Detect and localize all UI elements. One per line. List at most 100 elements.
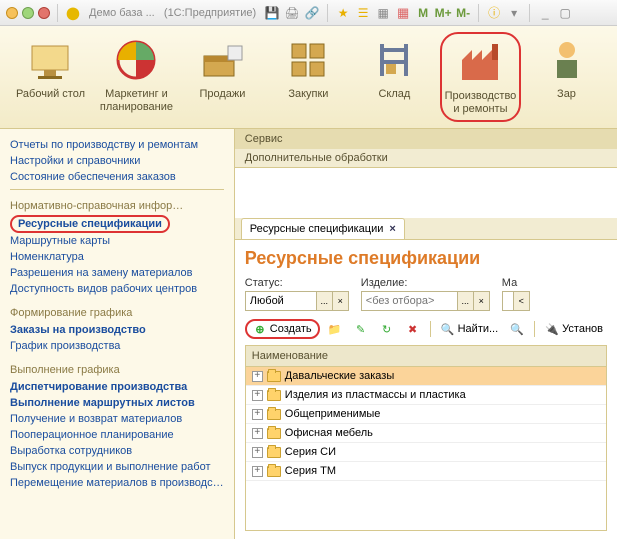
calc-icon[interactable]: ▦ <box>375 5 391 21</box>
status-input[interactable] <box>246 292 316 310</box>
refresh-button[interactable]: ↻ <box>376 320 398 338</box>
expand-icon[interactable]: + <box>252 390 263 401</box>
sidebar-link[interactable]: Выработка сотрудников <box>10 443 224 459</box>
tab-resource-specs[interactable]: Ресурсные спецификации × <box>241 218 405 239</box>
sidebar-link[interactable]: Ресурсные спецификации <box>10 215 224 233</box>
separator <box>327 4 328 22</box>
minimize-icon[interactable]: _ <box>537 5 553 21</box>
column-header[interactable]: Наименование <box>245 345 607 366</box>
expand-icon[interactable]: + <box>252 466 263 477</box>
maintool-warehouse[interactable]: Склад <box>354 32 435 122</box>
add-icon: ⊕ <box>253 322 267 336</box>
create-button[interactable]: ⊕ Создать <box>245 319 320 339</box>
m-minus-icon[interactable]: M- <box>455 5 471 21</box>
restore-icon[interactable]: ▢ <box>557 5 573 21</box>
calendar-icon[interactable]: ▦ <box>395 5 411 21</box>
window-title: Демо база ... (1С:Предприятие) <box>89 7 256 19</box>
sidebar-link[interactable]: Выполнение маршрутных листов <box>10 395 224 411</box>
sidebar-link[interactable]: Состояние обеспечения заказов <box>10 169 224 185</box>
sidebar-link[interactable]: Номенклатура <box>10 249 224 265</box>
tool-label: Склад <box>378 88 410 101</box>
table-row[interactable]: + Серия ТМ <box>246 462 606 481</box>
clear-find-button[interactable]: 🔍 <box>506 320 528 338</box>
product-label: Изделие: <box>361 277 490 289</box>
save-icon[interactable]: 💾 <box>264 5 280 21</box>
folder-icon <box>267 371 281 382</box>
ellipsis-icon[interactable]: < <box>513 292 529 310</box>
ellipsis-icon[interactable]: ... <box>316 292 332 310</box>
delete-button[interactable]: ✖ <box>402 320 424 338</box>
row-label: Серия СИ <box>285 446 336 458</box>
maintool-purchase[interactable]: Закупки <box>268 32 349 122</box>
edit-button[interactable]: ✎ <box>350 320 372 338</box>
window-btn-1[interactable] <box>6 7 18 19</box>
refresh-icon: ↻ <box>380 322 394 336</box>
sidebar-group-header: Нормативно-справочная инфор… <box>10 200 224 212</box>
sidebar-link[interactable]: Получение и возврат материалов <box>10 411 224 427</box>
table-row[interactable]: +Изделия из пластмассы и пластика <box>246 386 606 405</box>
tab-label: Ресурсные спецификации <box>250 223 384 235</box>
table-row[interactable]: + Серия СИ <box>246 443 606 462</box>
folder-icon <box>267 428 281 439</box>
maintool-production[interactable]: Производство и ремонты <box>440 32 521 122</box>
table-row[interactable]: +Общеприменимые <box>246 405 606 424</box>
find-button[interactable]: 🔍 Найти... <box>437 320 503 338</box>
dropdown-icon[interactable]: ▾ <box>506 5 522 21</box>
row-label: Серия ТМ <box>285 465 336 477</box>
edit-icon: ✎ <box>354 322 368 336</box>
close-icon[interactable]: × <box>389 223 395 235</box>
folder-icon <box>267 466 281 477</box>
m-input[interactable] <box>503 292 513 310</box>
expand-icon[interactable]: + <box>252 371 263 382</box>
service-item[interactable]: Дополнительные обработки <box>235 149 617 167</box>
sidebar-link[interactable]: График производства <box>10 338 224 354</box>
add-folder-button[interactable]: 📁 <box>324 320 346 338</box>
sidebar-link[interactable]: Настройки и справочники <box>10 153 224 169</box>
sidebar-link[interactable]: Заказы на производство <box>10 322 224 338</box>
maintool-sales[interactable]: Продажи <box>182 32 263 122</box>
maintool-salary[interactable]: Зар <box>526 32 607 122</box>
separator <box>430 321 431 337</box>
app-logo-icon: ⬤ <box>65 5 81 21</box>
separator <box>57 4 58 22</box>
print-icon[interactable]: 🖨 <box>284 5 300 21</box>
sidebar-link[interactable]: Диспетчирование производства <box>10 379 224 395</box>
separator <box>478 4 479 22</box>
status-combo[interactable]: ... × <box>245 291 349 311</box>
maintool-marketing[interactable]: Маркетинг и планирование <box>96 32 177 122</box>
sidebar-link[interactable]: Доступность видов рабочих центров <box>10 281 224 297</box>
expand-icon[interactable]: + <box>252 409 263 420</box>
clear-icon[interactable]: × <box>473 292 489 310</box>
expand-icon[interactable]: + <box>252 447 263 458</box>
table-row[interactable]: + Офисная мебель <box>246 424 606 443</box>
clear-icon[interactable]: × <box>332 292 348 310</box>
sidebar-group-header: Формирование графика <box>10 307 224 319</box>
sidebar-link[interactable]: Отчеты по производству и ремонтам <box>10 137 224 153</box>
attach-icon[interactable]: 🔗 <box>304 5 320 21</box>
window-btn-2[interactable] <box>22 7 34 19</box>
plug-icon: 🔌 <box>545 322 559 336</box>
m-icon[interactable]: M <box>415 5 431 21</box>
star-icon[interactable]: ★ <box>335 5 351 21</box>
bookmark-icon[interactable]: ☰ <box>355 5 371 21</box>
m-plus-icon[interactable]: M+ <box>435 5 451 21</box>
sidebar-link[interactable]: Перемещение материалов в производс… <box>10 475 224 491</box>
row-label: Офисная мебель <box>285 427 373 439</box>
product-combo[interactable]: ... × <box>361 291 490 311</box>
info-icon[interactable]: ⓘ <box>486 5 502 21</box>
table-row[interactable]: +Давальческие заказы <box>246 367 606 386</box>
folder-icon <box>267 390 281 401</box>
ellipsis-icon[interactable]: ... <box>457 292 473 310</box>
sidebar-link[interactable]: Маршрутные карты <box>10 233 224 249</box>
sidebar-link[interactable]: Выпуск продукции и выполнение работ <box>10 459 224 475</box>
product-input[interactable] <box>362 292 457 310</box>
sidebar-link[interactable]: Пооперационное планирование <box>10 427 224 443</box>
maintool-desktop[interactable]: Рабочий стол <box>10 32 91 122</box>
set-button[interactable]: 🔌 Установ <box>541 320 607 338</box>
salary-icon <box>543 36 591 84</box>
m-combo[interactable]: < <box>502 291 530 311</box>
sidebar-link[interactable]: Разрешения на замену материалов <box>10 265 224 281</box>
expand-icon[interactable]: + <box>252 428 263 439</box>
window-btn-3[interactable] <box>38 7 50 19</box>
search-icon: 🔍 <box>441 322 455 336</box>
